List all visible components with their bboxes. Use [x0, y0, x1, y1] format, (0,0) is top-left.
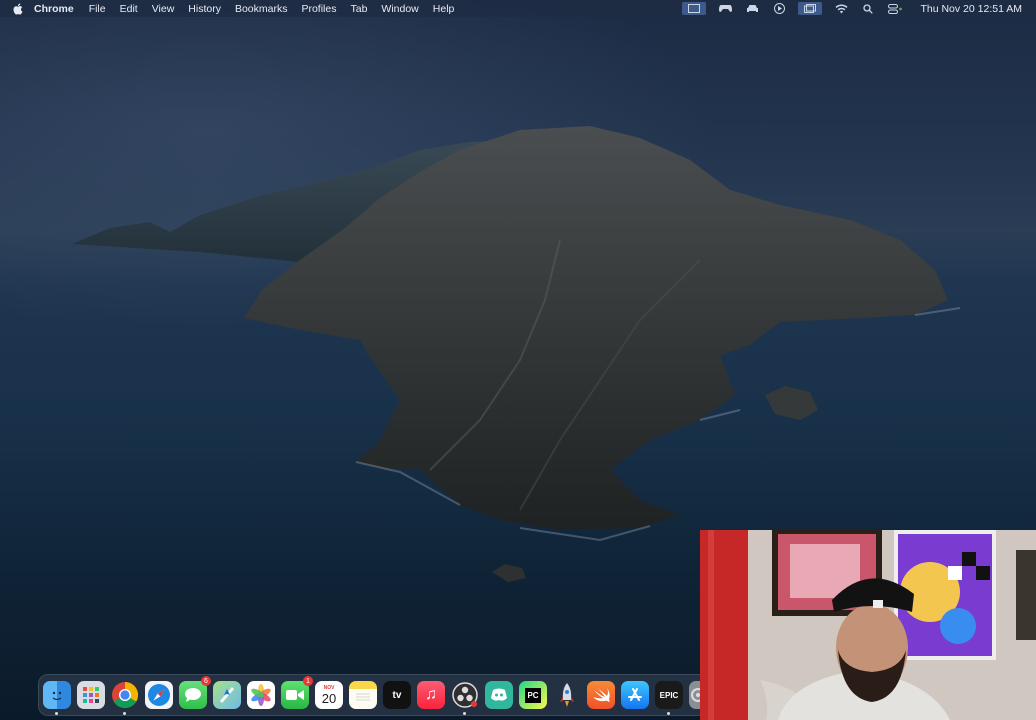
music-glyph: ♫ [425, 686, 437, 703]
running-indicator [55, 712, 58, 715]
menu-bookmarks[interactable]: Bookmarks [235, 3, 288, 15]
menubar-clock[interactable]: Thu Nov 20 12:51 AM [920, 3, 1022, 15]
notes-icon[interactable] [349, 681, 377, 709]
facetime-icon[interactable]: 1 [281, 676, 313, 709]
launchpad-icon[interactable] [77, 681, 105, 709]
calendar-icon[interactable]: NOV 20 [315, 681, 343, 709]
search-icon[interactable] [860, 2, 876, 15]
menu-view[interactable]: View [152, 3, 175, 15]
webcam-overlay [700, 530, 1036, 720]
app-store-icon[interactable] [621, 681, 649, 709]
messages-badge: 6 [201, 676, 211, 686]
obs-icon[interactable] [451, 681, 479, 715]
finder-icon[interactable] [43, 681, 71, 715]
running-indicator [667, 712, 670, 715]
car-icon[interactable] [744, 2, 760, 15]
dock: 6 1 NOV 20 tv ♫ PC EPIC [38, 674, 716, 716]
music-icon[interactable]: ♫ [417, 681, 445, 709]
menu-bar: Chrome File Edit View History Bookmarks … [0, 0, 1036, 17]
chrome-icon[interactable] [111, 681, 139, 715]
messages-icon[interactable]: 6 [179, 676, 211, 709]
running-indicator [123, 712, 126, 715]
window-icon[interactable] [798, 2, 823, 15]
control-center-icon[interactable] [887, 2, 903, 15]
swift-icon[interactable] [587, 681, 615, 709]
epic-games-label: EPIC [659, 690, 679, 700]
facetime-badge: 1 [303, 676, 313, 686]
pycharm-icon[interactable]: PC [519, 681, 547, 709]
epic-games-icon[interactable]: EPIC [655, 681, 683, 715]
running-indicator [463, 712, 466, 715]
menu-file[interactable]: File [89, 3, 106, 15]
menu-history[interactable]: History [188, 3, 221, 15]
menu-window[interactable]: Window [381, 3, 418, 15]
photos-icon[interactable] [247, 681, 275, 709]
play-icon[interactable] [771, 2, 787, 15]
safari-icon[interactable] [145, 681, 173, 709]
apple-icon[interactable] [13, 3, 25, 15]
gamepad-icon[interactable] [717, 2, 733, 15]
webcam-video-frame [700, 530, 1036, 720]
maps-icon[interactable] [213, 681, 241, 709]
rocket-icon[interactable] [553, 681, 581, 709]
apple-tv-label: tv [392, 689, 402, 701]
apple-tv-icon[interactable]: tv [383, 681, 411, 709]
menu-tab[interactable]: Tab [350, 3, 367, 15]
pycharm-label: PC [525, 687, 541, 703]
menu-profiles[interactable]: Profiles [301, 3, 336, 15]
screen-share-icon[interactable] [682, 2, 707, 15]
menu-edit[interactable]: Edit [120, 3, 138, 15]
discord-icon[interactable] [485, 681, 513, 709]
wifi-icon[interactable] [833, 2, 849, 15]
menu-app-name[interactable]: Chrome [34, 3, 74, 15]
calendar-day: 20 [321, 690, 337, 706]
menu-help[interactable]: Help [433, 3, 455, 15]
